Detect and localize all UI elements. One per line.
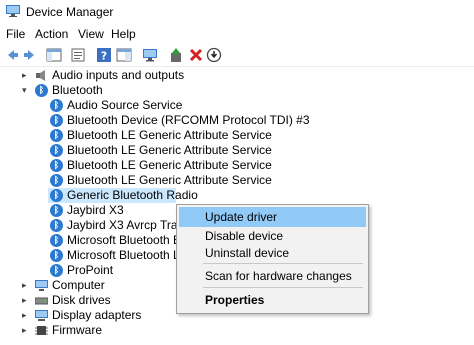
- tree-item-device[interactable]: ᛒ Bluetooth LE Generic Attribute Service: [48, 143, 308, 158]
- help-icon[interactable]: ?: [96, 47, 112, 63]
- bluetooth-icon: ᛒ: [50, 189, 63, 202]
- back-icon[interactable]: [4, 47, 20, 63]
- device-label: Generic Bluetooth Radio: [67, 188, 198, 202]
- bluetooth-icon: ᛒ: [50, 219, 63, 232]
- forward-icon[interactable]: [22, 47, 38, 63]
- svg-text:?: ?: [101, 50, 107, 63]
- tree-item-device[interactable]: ᛒ Bluetooth LE Generic Attribute Service: [48, 173, 308, 188]
- tree-item-label: Disk drives: [52, 293, 111, 307]
- action-pane-icon[interactable]: [116, 47, 132, 63]
- display-adapter-icon: [35, 310, 48, 321]
- tree-item-computer[interactable]: ▸ Computer: [0, 278, 170, 293]
- tree-item-label: Computer: [52, 278, 105, 292]
- menu-separator: [203, 287, 363, 288]
- tree-item-disk-drives[interactable]: ▸ Disk drives: [0, 293, 170, 308]
- bluetooth-icon: ᛒ: [50, 234, 63, 247]
- device-label: Bluetooth Device (RFCOMM Protocol TDI) #…: [67, 113, 310, 127]
- menu-item-properties[interactable]: Properties: [179, 290, 366, 310]
- tree-item-display-adapters[interactable]: ▸ Display adapters: [0, 308, 170, 323]
- tree-item-device[interactable]: ᛒ Bluetooth LE Generic Attribute Service: [48, 158, 308, 173]
- expand-arrow-icon[interactable]: ▸: [22, 68, 32, 83]
- device-label: ProPoint: [67, 263, 114, 277]
- tree-item-device[interactable]: ᛒ Bluetooth LE Generic Attribute Service: [48, 128, 308, 143]
- bluetooth-icon: ᛒ: [50, 249, 63, 262]
- menu-separator: [203, 263, 363, 264]
- menu-item-scan-hardware[interactable]: Scan for hardware changes: [179, 266, 366, 286]
- bluetooth-icon: ᛒ: [50, 114, 63, 127]
- device-label: Bluetooth LE Generic Attribute Service: [67, 158, 272, 172]
- menu-item-uninstall-device[interactable]: Uninstall device: [179, 243, 366, 263]
- window-title: Device Manager: [26, 5, 114, 19]
- bluetooth-icon: ᛒ: [50, 159, 63, 172]
- console-tree-icon[interactable]: [46, 47, 62, 63]
- tree-item-device[interactable]: ᛒ Jaybird X3 Avrcp Transpo: [48, 218, 176, 233]
- tree-item-label: Audio inputs and outputs: [52, 68, 185, 82]
- tree-item-firmware[interactable]: ▸ Firmware: [0, 323, 170, 338]
- menu-bar: File Action View Help: [0, 24, 474, 44]
- device-label: Microsoft Bluetooth LE E: [67, 248, 176, 262]
- context-menu: Update driver Disable device Uninstall d…: [176, 204, 369, 314]
- toolbar: ?: [0, 44, 474, 67]
- menu-item-label: Update driver: [205, 210, 278, 224]
- speaker-icon: [36, 70, 45, 81]
- menu-view[interactable]: View: [78, 27, 104, 41]
- expand-arrow-icon[interactable]: ▸: [22, 278, 32, 293]
- device-label: Bluetooth LE Generic Attribute Service: [67, 128, 272, 142]
- tree-item-device[interactable]: ᛒ Bluetooth Device (RFCOMM Protocol TDI)…: [48, 113, 310, 128]
- menu-help[interactable]: Help: [111, 27, 136, 41]
- collapse-arrow-icon[interactable]: ▾: [22, 83, 32, 98]
- bluetooth-icon: ᛒ: [50, 99, 63, 112]
- tree-item-device[interactable]: ᛒ Jaybird X3: [48, 203, 176, 218]
- scan-hardware-icon[interactable]: [142, 47, 158, 63]
- tree-item-label: Bluetooth: [52, 83, 103, 97]
- update-driver-icon[interactable]: [168, 47, 184, 63]
- menu-item-label: Uninstall device: [205, 246, 290, 260]
- bluetooth-icon: ᛒ: [50, 129, 63, 142]
- tree-item-device[interactable]: ᛒ Audio Source Service: [48, 98, 308, 113]
- bluetooth-icon: ᛒ: [50, 264, 63, 277]
- disk-drive-icon: [35, 297, 48, 305]
- tree-item-bluetooth[interactable]: ▾ ᛒ Bluetooth: [0, 83, 300, 98]
- menu-action[interactable]: Action: [35, 27, 68, 41]
- menu-item-label: Scan for hardware changes: [205, 269, 352, 283]
- tree-item-device[interactable]: ᛒ ProPoint: [48, 263, 176, 278]
- device-label: Jaybird X3 Avrcp Transpo: [67, 218, 176, 232]
- tree-item-audio[interactable]: ▸ Audio inputs and outputs: [0, 68, 300, 83]
- title-bar: Device Manager: [0, 0, 474, 24]
- disable-icon[interactable]: [206, 47, 222, 63]
- menu-item-label: Properties: [205, 293, 265, 307]
- device-label: Bluetooth LE Generic Attribute Service: [67, 173, 272, 187]
- device-label: Jaybird X3: [67, 203, 124, 217]
- device-manager-icon: [6, 5, 20, 17]
- expand-arrow-icon[interactable]: ▸: [22, 323, 32, 338]
- bluetooth-icon: ᛒ: [50, 204, 63, 217]
- device-label: Audio Source Service: [67, 98, 183, 112]
- expand-arrow-icon[interactable]: ▸: [22, 308, 32, 323]
- tree-item-device[interactable]: ᛒ Microsoft Bluetooth LE E: [48, 248, 176, 263]
- tree-item-label: Firmware: [52, 323, 102, 337]
- tree-item-device-selected[interactable]: ᛒ Generic Bluetooth Radio: [48, 188, 198, 203]
- menu-item-update-driver[interactable]: Update driver: [179, 207, 366, 227]
- computer-icon: [35, 280, 48, 291]
- device-label: Microsoft Bluetooth Enu: [67, 233, 176, 247]
- bluetooth-icon: ᛒ: [50, 174, 63, 187]
- device-label: Bluetooth LE Generic Attribute Service: [67, 143, 272, 157]
- bluetooth-icon: ᛒ: [35, 84, 48, 97]
- expand-arrow-icon[interactable]: ▸: [22, 293, 32, 308]
- tree-item-device[interactable]: ᛒ Microsoft Bluetooth Enu: [48, 233, 176, 248]
- firmware-icon: [35, 326, 48, 335]
- menu-file[interactable]: File: [6, 27, 25, 41]
- uninstall-icon[interactable]: [188, 47, 204, 63]
- bluetooth-icon: ᛒ: [50, 144, 63, 157]
- properties-icon[interactable]: [70, 47, 86, 63]
- tree-item-label: Display adapters: [52, 308, 142, 322]
